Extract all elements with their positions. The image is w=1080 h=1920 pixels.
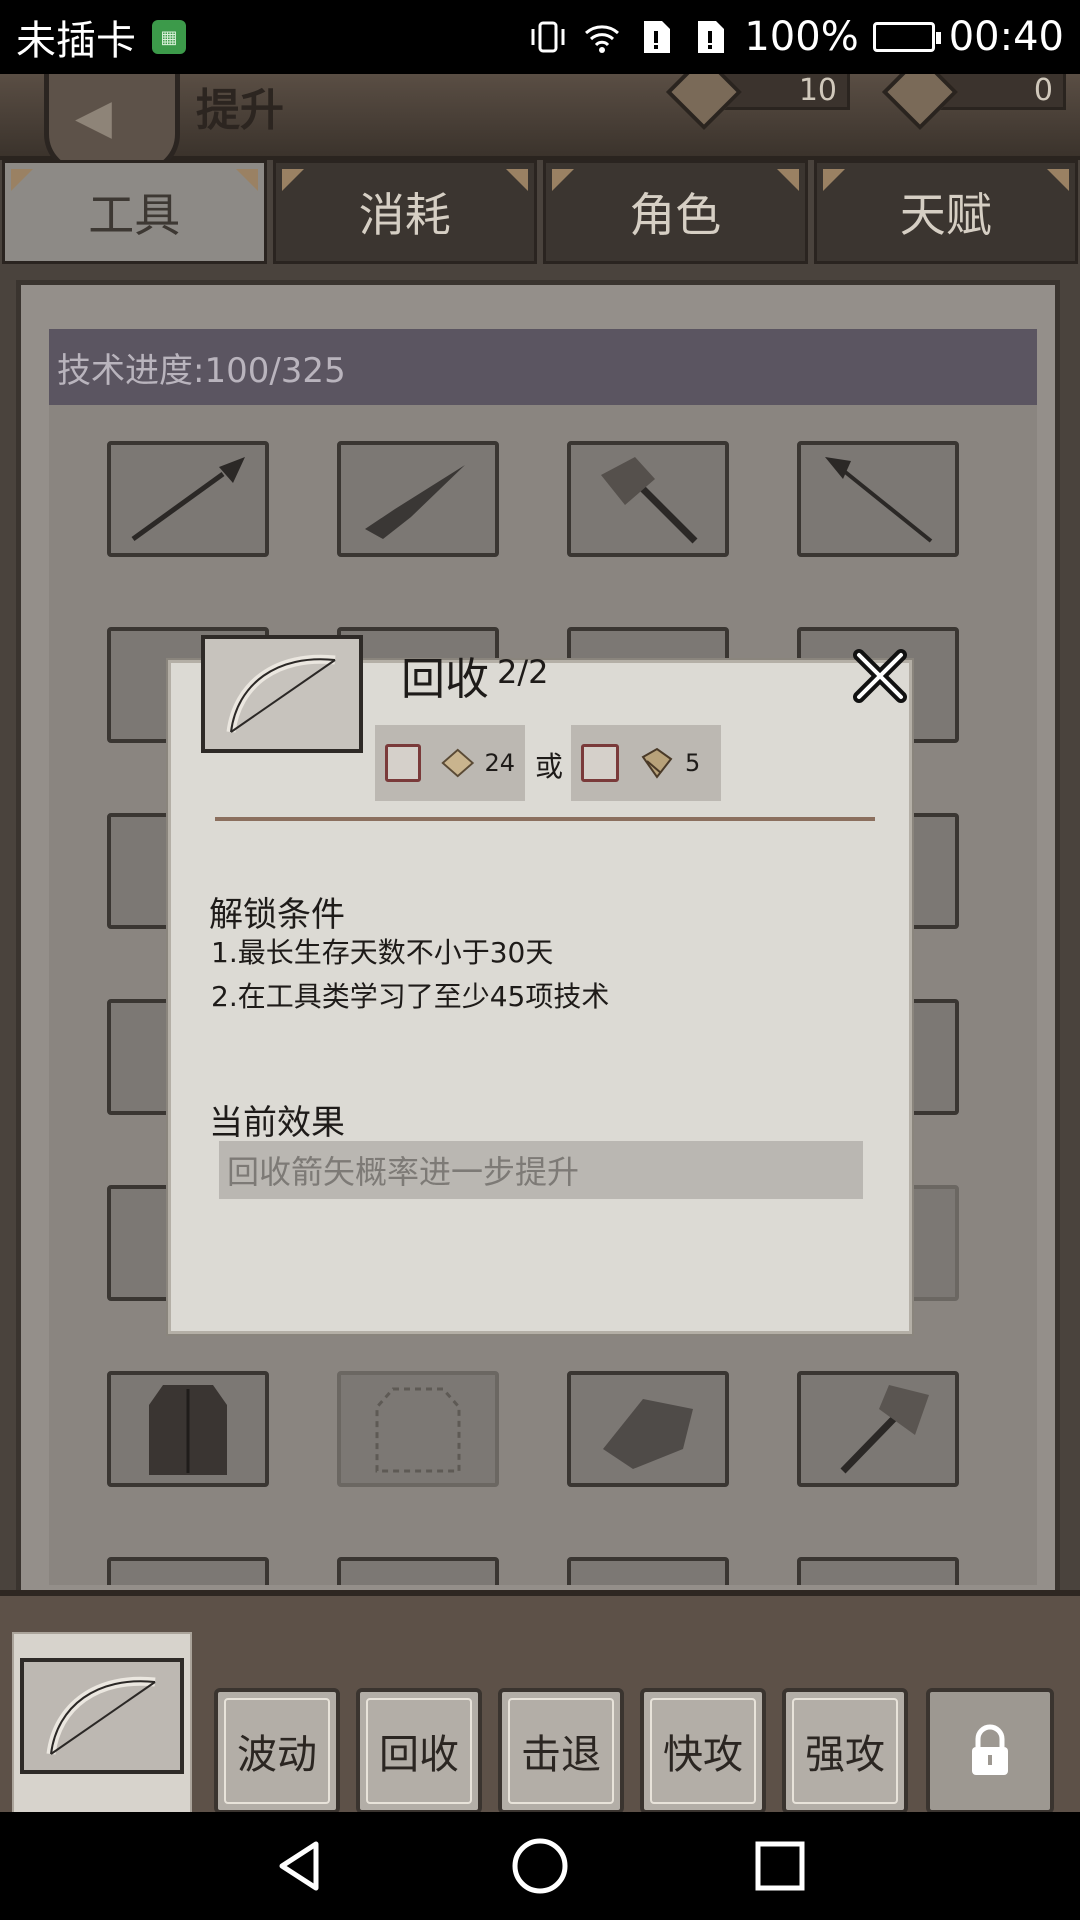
modal-skill-level: 2/2 [497, 653, 549, 691]
system-nav-bar [0, 1812, 1080, 1920]
nav-recents-button[interactable] [750, 1836, 810, 1896]
sim2-icon [698, 21, 725, 53]
unlock-condition-1: 1.最长生存天数不小于30天 [211, 936, 554, 969]
skill-detail-modal: 回收 2/2 24 或 5 解锁条件 1.最长生存天数不小于30天 2.在工具类… [168, 635, 912, 1334]
battery-percent: 100% [744, 14, 859, 60]
resource-counter-1: 10 [665, 74, 850, 131]
tech-big-axe[interactable] [797, 1371, 959, 1487]
vest-icon [149, 1385, 227, 1475]
back-arrow-icon: ◀ [75, 89, 112, 145]
skill-power-attack-button[interactable]: 强攻 [782, 1688, 908, 1812]
bow-icon [226, 654, 336, 733]
category-tabs: 工具 消耗 角色 天赋 [0, 160, 1080, 270]
tech-item-r7c3[interactable] [567, 1557, 729, 1585]
sim-app-icon: ▦ [152, 20, 186, 54]
long-spear-icon [825, 457, 933, 543]
spear-icon [131, 457, 245, 542]
tab-character[interactable]: 角色 [543, 160, 808, 264]
equipped-weapon-card[interactable] [12, 1632, 192, 1812]
vibrate-icon [531, 21, 565, 53]
sim1-icon [644, 21, 671, 53]
locked-skill-slot[interactable] [926, 1688, 1054, 1812]
shirt-outline-icon [375, 1387, 461, 1473]
big-axe-icon [840, 1385, 929, 1474]
nav-home-button[interactable] [510, 1836, 570, 1896]
cost-option-2[interactable]: 5 [571, 725, 721, 801]
skill-quick-attack-button[interactable]: 快攻 [640, 1688, 766, 1812]
tab-consumables[interactable]: 消耗 [272, 160, 537, 264]
modal-weapon-thumbnail [201, 635, 363, 753]
tech-knife[interactable] [337, 441, 499, 557]
resource-2-icon [881, 74, 959, 131]
game-screen: ◀ 提升 10 0 工具 消耗 角色 天赋 技术进度:100/325 波动 回收… [0, 74, 1080, 1812]
back-triangle-icon [279, 1841, 319, 1891]
skill-knockback-button[interactable]: 击退 [498, 1688, 624, 1812]
material-scrap-icon [441, 748, 475, 778]
unlock-condition-2: 2.在工具类学习了至少45项技术 [211, 980, 610, 1013]
cost-or-label: 或 [535, 750, 564, 783]
tab-talent[interactable]: 天赋 [813, 160, 1078, 264]
tech-stone-axe[interactable] [567, 441, 729, 557]
cost-option-1-amount: 24 [484, 749, 515, 777]
wifi-icon [585, 25, 620, 53]
tech-stone[interactable] [567, 1371, 729, 1487]
tech-item-r7c2[interactable] [337, 1557, 499, 1585]
resource-counter-2: 0 [881, 74, 1066, 131]
knife-icon [365, 465, 465, 539]
cost-option-2-amount: 5 [685, 749, 701, 777]
material-book-icon [641, 747, 673, 779]
tech-item-r7c4[interactable] [797, 1557, 959, 1585]
tech-progress: 技术进度:100/325 [49, 329, 1037, 405]
skill-recycle-button[interactable]: 回收 [356, 1688, 482, 1812]
home-circle-icon [512, 1838, 568, 1894]
close-icon [853, 649, 907, 703]
stone-axe-icon [601, 457, 698, 544]
cost-option-2-checkbox[interactable] [581, 744, 619, 782]
equipped-weapon-frame [20, 1658, 184, 1774]
cost-option-1[interactable]: 24 [375, 725, 525, 801]
modal-skill-name: 回收 [401, 654, 489, 705]
bow-icon [46, 1676, 156, 1755]
nav-back-button[interactable] [270, 1836, 330, 1896]
bottom-bar: 波动 回收 击退 快攻 强攻 [0, 1590, 1080, 1812]
unlock-conditions-heading: 解锁条件 [209, 895, 345, 935]
tech-vest[interactable] [107, 1371, 269, 1487]
modal-divider [215, 817, 875, 821]
tech-long-spear[interactable] [797, 441, 959, 557]
skill-wave-button[interactable]: 波动 [214, 1688, 340, 1812]
battery-icon [872, 22, 941, 52]
back-button[interactable]: ◀ [44, 74, 180, 174]
current-effect-text: 回收箭矢概率进一步提升 [219, 1141, 863, 1199]
tab-tools[interactable]: 工具 [2, 160, 267, 264]
cost-option-1-checkbox[interactable] [385, 744, 421, 782]
recents-square-icon [755, 1841, 805, 1891]
status-bar: 未插卡 ▦ 100% 00:40 [0, 0, 1080, 74]
tech-locked-shirt[interactable] [337, 1371, 499, 1487]
tech-item-r7c1[interactable] [107, 1557, 269, 1585]
stone-icon [603, 1399, 693, 1469]
clock: 00:40 [948, 14, 1064, 60]
current-effect-heading: 当前效果 [209, 1103, 345, 1143]
tech-spear[interactable] [107, 441, 269, 557]
lock-icon [972, 1724, 1008, 1775]
header-title: 提升 [196, 85, 284, 136]
resource-1-icon [665, 74, 743, 131]
header-strip: ◀ 提升 10 0 [0, 74, 1080, 174]
carrier-label: 未插卡 [16, 18, 136, 64]
modal-close-button[interactable] [851, 647, 909, 705]
